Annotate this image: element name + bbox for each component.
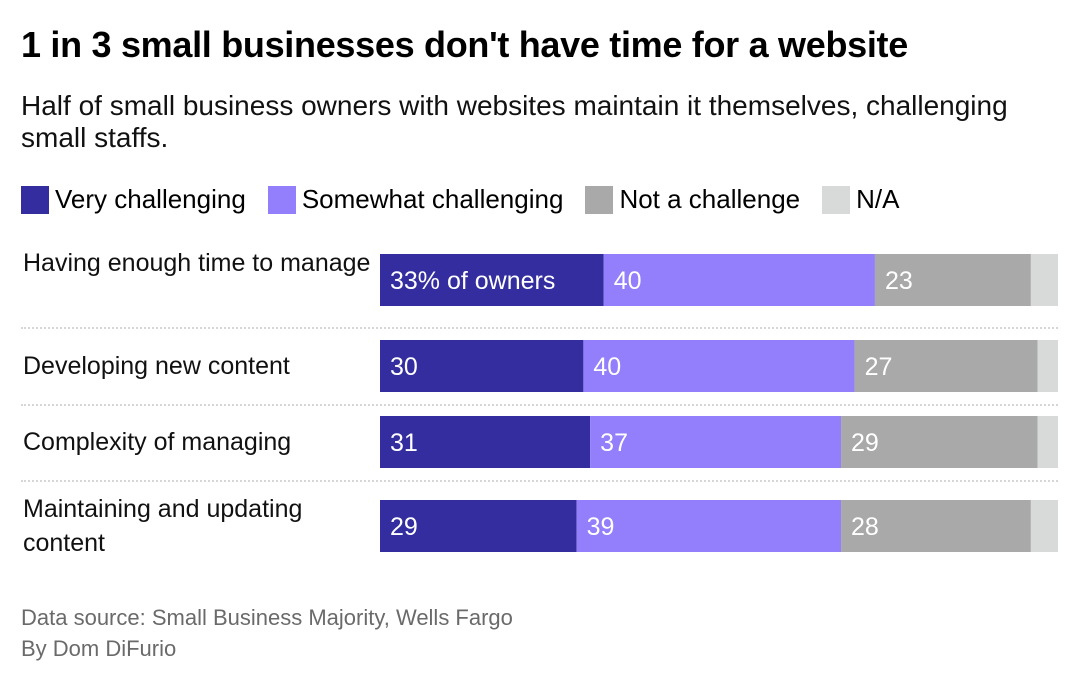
data-label: 37 [600, 429, 628, 457]
bar-segment-n-a [1030, 254, 1058, 306]
data-source: Data source: Small Business Majority, We… [21, 605, 513, 630]
data-label: 29 [390, 513, 418, 541]
bar-segment-n-a [1030, 500, 1058, 552]
data-label: 28 [851, 513, 879, 541]
data-label: 27 [865, 353, 893, 381]
data-label: 23 [885, 267, 913, 295]
bar-segment-somewhat-challenging [583, 340, 855, 392]
bar-segment-n-a [1037, 416, 1058, 468]
byline: By Dom DiFurio [21, 636, 177, 661]
data-label: 31 [390, 429, 418, 457]
data-label: 30 [390, 353, 418, 381]
data-label: 33% of owners [390, 267, 555, 295]
bar-segment-n-a [1037, 340, 1058, 392]
data-label: 39 [587, 513, 615, 541]
data-label: 40 [614, 267, 642, 295]
data-label: 29 [851, 429, 879, 457]
bar-segment-somewhat-challenging [576, 500, 842, 552]
data-label: 40 [593, 353, 621, 381]
bar-segment-somewhat-challenging [603, 254, 875, 306]
bar-chart: 33% of owners 40 23 30 40 27 31 37 29 29 39 28 [380, 254, 1058, 552]
